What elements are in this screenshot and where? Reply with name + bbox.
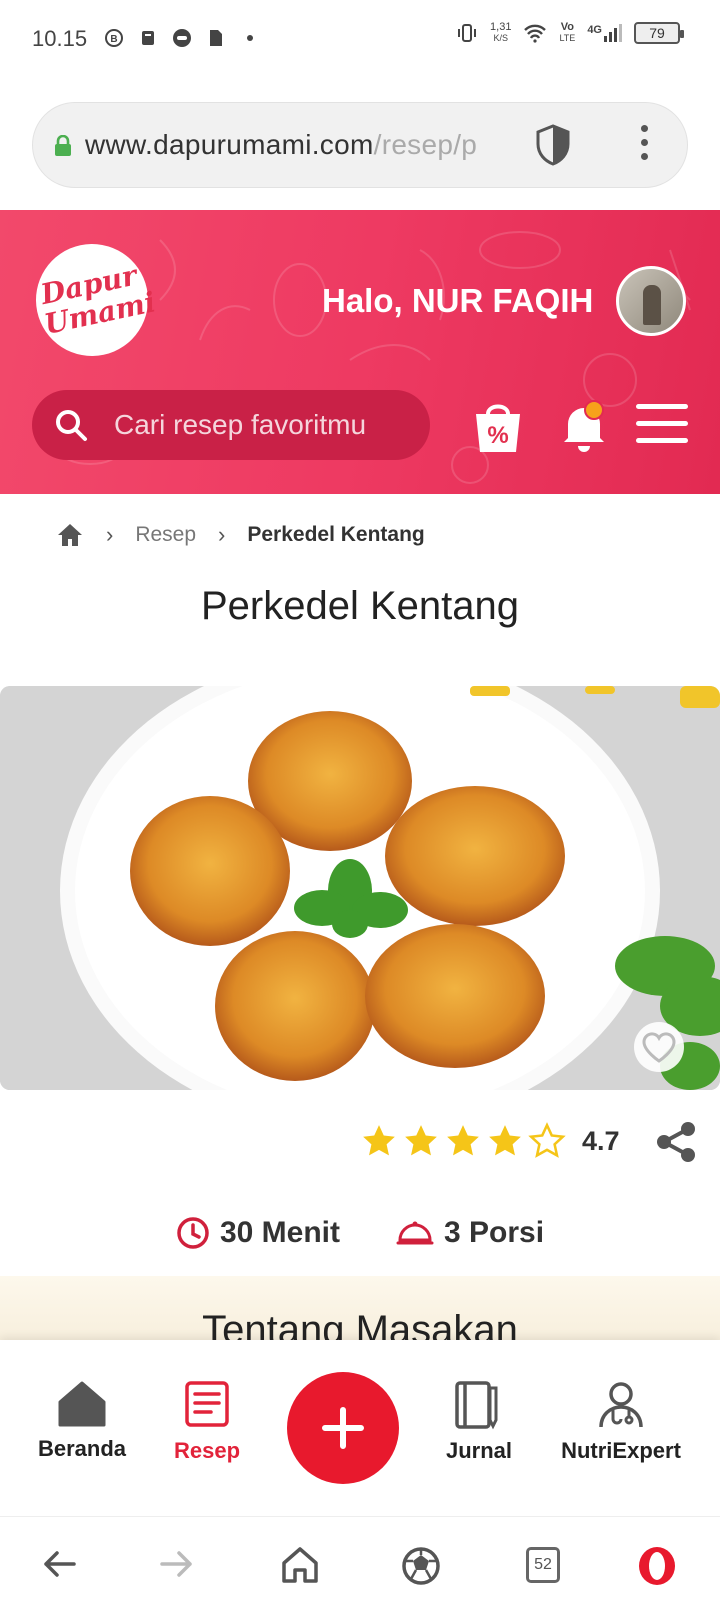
nav-label-beranda: Beranda <box>37 1436 127 1461</box>
chevron-right-icon: › <box>218 522 226 547</box>
url-path: /resep/p <box>373 129 478 160</box>
url-text[interactable]: www.dapurumami.com/resep/p <box>85 129 525 161</box>
recipe-meta: 30 Menit 3 Porsi <box>0 1216 720 1250</box>
site-header: Dapur Umami Halo, NUR FAQIH % <box>0 210 720 494</box>
address-bar[interactable]: www.dapurumami.com/resep/p <box>32 102 688 188</box>
avatar[interactable] <box>616 266 686 336</box>
about-section-title: Tentang Masakan <box>202 1308 518 1340</box>
star-rating <box>360 1122 566 1160</box>
nav-label-nutriexpert: NutriExpert <box>561 1438 681 1463</box>
lock-icon <box>55 135 71 156</box>
star-empty-icon <box>528 1122 566 1158</box>
network-speed: 1,31 K/S <box>490 22 511 44</box>
forward-arrow-icon <box>160 1551 192 1577</box>
status-bar: 10.15 B 1,31 K/S Vo LTE 4G 79 <box>0 0 720 84</box>
promo-symbol: % <box>487 422 508 449</box>
cooking-time-value: 30 Menit <box>219 1216 340 1249</box>
battery-level: 79 <box>649 25 665 41</box>
portion-count: 3 Porsi <box>396 1216 544 1250</box>
home-icon <box>58 1381 106 1427</box>
speed-dial-icon[interactable] <box>400 1545 442 1587</box>
nav-beranda[interactable]: Beranda <box>17 1380 147 1462</box>
network-type: 4G <box>587 24 602 36</box>
net-speed-value: 1,31 <box>490 21 512 33</box>
system-indicators: 1,31 K/S Vo LTE 4G 79 <box>456 22 684 44</box>
star-filled-icon <box>489 1125 521 1156</box>
search-icon <box>56 410 87 441</box>
browser-menu-icon[interactable] <box>641 125 649 167</box>
star-filled-icon <box>363 1125 395 1156</box>
portion-count-value: 3 Porsi <box>443 1216 545 1249</box>
journal-icon <box>455 1381 498 1430</box>
browser-toolbar: 52 <box>0 1516 720 1612</box>
share-icon[interactable] <box>654 1120 698 1164</box>
recipe-book-icon <box>185 1381 229 1427</box>
recipe-search-bar[interactable] <box>32 390 430 460</box>
volte-label: Vo <box>560 21 575 33</box>
nav-resep[interactable]: Resep <box>142 1380 272 1464</box>
notification-icons: B <box>104 28 260 48</box>
back-arrow-icon[interactable] <box>40 1545 78 1583</box>
greeting-text: Halo, NUR FAQIH <box>322 282 594 319</box>
search-input[interactable] <box>114 406 404 444</box>
wifi-icon <box>524 24 547 43</box>
rating-value: 4.7 <box>582 1126 620 1156</box>
star-filled-icon <box>405 1125 437 1156</box>
app-notification-icon <box>142 31 154 45</box>
star-filled-icon <box>447 1125 479 1156</box>
volte-indicator: Vo LTE <box>559 22 575 44</box>
chevron-right-icon: › <box>106 522 114 547</box>
signal-icon: 4G <box>587 24 622 42</box>
hamburger-menu-icon[interactable] <box>636 404 688 455</box>
home-icon[interactable] <box>280 1545 320 1585</box>
page-title: Perkedel Kentang <box>200 584 519 628</box>
whatsapp-business-icon: B <box>105 29 123 47</box>
breadcrumb-link-resep[interactable]: Resep <box>135 523 196 547</box>
nav-label-resep: Resep <box>173 1438 241 1463</box>
battery-icon: 79 <box>634 22 684 44</box>
nav-nutriexpert[interactable]: NutriExpert <box>556 1380 686 1464</box>
vibrate-icon <box>458 24 477 42</box>
nutritionist-icon <box>599 1382 643 1428</box>
breadcrumb-current: Perkedel Kentang <box>247 523 425 546</box>
notification-bell-icon[interactable] <box>556 396 612 456</box>
heart-icon <box>642 1032 676 1063</box>
app-bottom-nav: Beranda Resep Jurnal NutriExpert <box>0 1340 720 1516</box>
favorite-button[interactable] <box>634 1022 684 1072</box>
perkedel-plate-illustration <box>0 686 720 1090</box>
chat-icon <box>173 29 191 47</box>
promo-bag-icon[interactable]: % <box>470 396 526 456</box>
about-section: Tentang Masakan <box>0 1276 720 1340</box>
home-icon[interactable] <box>56 522 84 548</box>
recipe-photo <box>0 686 720 1090</box>
more-notifications-icon <box>247 35 253 41</box>
status-time: 10.15 <box>32 26 88 51</box>
cooking-time: 30 Menit <box>176 1216 340 1250</box>
clock-icon <box>177 1217 209 1249</box>
nav-label-jurnal: Jurnal <box>445 1438 513 1463</box>
svg-text:B: B <box>110 34 117 45</box>
net-speed-unit: K/S <box>493 33 509 43</box>
opera-menu-icon[interactable] <box>636 1545 678 1587</box>
breadcrumb: › Resep › Perkedel Kentang <box>56 520 425 550</box>
add-button[interactable] <box>287 1372 399 1484</box>
volte-sub-label: LTE <box>559 33 576 43</box>
file-icon <box>210 30 222 46</box>
url-host: www.dapurumami.com <box>85 129 374 160</box>
tab-switcher[interactable]: 52 <box>526 1547 560 1583</box>
shield-icon[interactable] <box>533 123 573 167</box>
plus-icon <box>322 1407 364 1449</box>
serving-dish-icon <box>396 1221 434 1245</box>
nav-jurnal[interactable]: Jurnal <box>414 1380 544 1464</box>
